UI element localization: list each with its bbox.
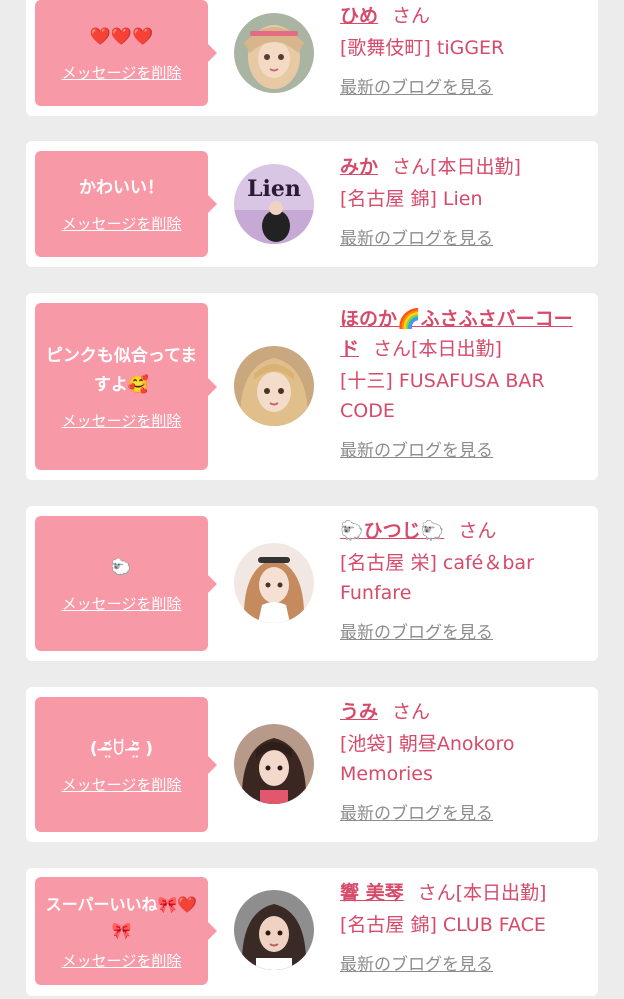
girl-portrait-icon [234, 346, 314, 426]
delete-message-link[interactable]: メッセージを削除 [62, 593, 182, 614]
message-bubble: ( ᵔ̴̶̤᷄ꇴ ᵔ̴̶̤᷅ ) メッセージを削除 [35, 697, 217, 832]
honorific: さん [417, 882, 456, 904]
message-text: ピンクも似合ってますよ🥰 [45, 346, 198, 395]
delete-message-link[interactable]: メッセージを削除 [62, 774, 182, 795]
honorific: さん [392, 701, 431, 723]
status-badge: [本日出勤] [411, 338, 502, 360]
message-card: 🐑 メッセージを削除 🐑ひつじ🐑 さん [名古屋 栄] café＆bar Funf… [26, 506, 598, 661]
avatar[interactable] [234, 346, 314, 426]
cast-name-link[interactable]: みか [340, 156, 378, 178]
delete-message-link[interactable]: メッセージを削除 [62, 62, 182, 83]
profile-info: 🐑ひつじ🐑 さん [名古屋 栄] café＆bar Funfare 最新のブログを… [340, 516, 585, 643]
cast-name-link[interactable]: うみ [340, 701, 378, 723]
message-text: ( ᵔ̴̶̤᷄ꇴ ᵔ̴̶̤᷅ ) [89, 738, 154, 759]
message-text: ❤️❤️❤️ [89, 27, 154, 47]
message-bubble: スーパーいいね🎀❤️🎀 メッセージを削除 [35, 877, 217, 985]
view-blog-link[interactable]: 最新のブログを見る [340, 618, 493, 643]
cast-name-link[interactable]: ひめ [340, 5, 378, 27]
girl-portrait-icon [234, 543, 314, 623]
message-text: 🐑 [110, 557, 133, 578]
girl-portrait-icon [234, 724, 314, 804]
profile-info: 響 美琴 さん[本日出勤] [名古屋 錦] CLUB FACE 最新のブログを見る [340, 878, 585, 975]
honorific: さん [392, 5, 431, 27]
shop-label: [池袋] 朝昼Anokoro Memories [340, 733, 515, 785]
avatar[interactable] [234, 543, 314, 623]
view-blog-link[interactable]: 最新のブログを見る [340, 73, 493, 98]
avatar[interactable] [234, 890, 314, 970]
honorific: さん [373, 338, 412, 360]
message-text: かわいい！ [79, 178, 164, 198]
message-text: スーパーいいね🎀❤️🎀 [45, 894, 198, 940]
cast-name-link[interactable]: 🐑ひつじ🐑 [340, 520, 444, 542]
status-badge: [本日出勤] [455, 882, 547, 904]
shop-label: [十三] FUSAFUSA BAR CODE [340, 370, 545, 422]
message-card: かわいい！ メッセージを削除 Lien みか さん[本日出勤] [名古屋 錦] L… [26, 141, 598, 267]
message-card: ( ᵔ̴̶̤᷄ꇴ ᵔ̴̶̤᷅ ) メッセージを削除 うみ さん [池袋] 朝昼An… [26, 687, 598, 842]
view-blog-link[interactable]: 最新のブログを見る [340, 436, 493, 461]
message-bubble: ❤️❤️❤️ メッセージを削除 [35, 0, 217, 106]
message-bubble: かわいい！ メッセージを削除 [35, 151, 217, 257]
view-blog-link[interactable]: 最新のブログを見る [340, 799, 493, 824]
status-badge: [本日出勤] [430, 156, 521, 178]
shop-label: [名古屋 錦] CLUB FACE [340, 914, 546, 936]
message-card: ❤️❤️❤️ メッセージを削除 ひめ さん [歌舞伎町] tiGGER 最新のブロ… [26, 0, 598, 116]
shop-label: [名古屋 栄] café＆bar Funfare [340, 552, 534, 604]
avatar[interactable]: Lien [234, 164, 314, 244]
honorific: さん [458, 520, 497, 542]
cast-name-link[interactable]: 響 美琴 [340, 882, 404, 904]
message-bubble: 🐑 メッセージを削除 [35, 516, 217, 651]
delete-message-link[interactable]: メッセージを削除 [62, 410, 182, 431]
honorific: さん [392, 156, 431, 178]
shop-label: [歌舞伎町] tiGGER [340, 37, 505, 59]
girl-portrait-icon [234, 13, 314, 93]
profile-info: ほのか🌈ふさふさバーコード さん[本日出勤] [十三] FUSAFUSA BAR … [340, 304, 585, 461]
profile-info: ひめ さん [歌舞伎町] tiGGER 最新のブログを見る [340, 1, 585, 98]
delete-message-link[interactable]: メッセージを削除 [62, 213, 182, 234]
message-card: ピンクも似合ってますよ🥰 メッセージを削除 ほのか🌈ふさふさバーコード さん[本日… [26, 293, 598, 480]
delete-message-link[interactable]: メッセージを削除 [62, 950, 182, 971]
lien-logo-text: Lien [247, 176, 301, 202]
profile-info: みか さん[本日出勤] [名古屋 錦] Lien 最新のブログを見る [340, 152, 585, 249]
lien-logo-portrait-icon: Lien [234, 164, 314, 244]
shop-label: [名古屋 錦] Lien [340, 188, 483, 210]
message-bubble: ピンクも似合ってますよ🥰 メッセージを削除 [35, 303, 217, 470]
view-blog-link[interactable]: 最新のブログを見る [340, 224, 493, 249]
message-card: スーパーいいね🎀❤️🎀 メッセージを削除 響 美琴 さん[本日出勤] [名古屋 錦… [26, 868, 598, 996]
girl-portrait-icon [234, 890, 314, 970]
profile-info: うみ さん [池袋] 朝昼Anokoro Memories 最新のブログを見る [340, 697, 585, 824]
avatar[interactable] [234, 724, 314, 804]
avatar[interactable] [234, 13, 314, 93]
view-blog-link[interactable]: 最新のブログを見る [340, 950, 493, 975]
